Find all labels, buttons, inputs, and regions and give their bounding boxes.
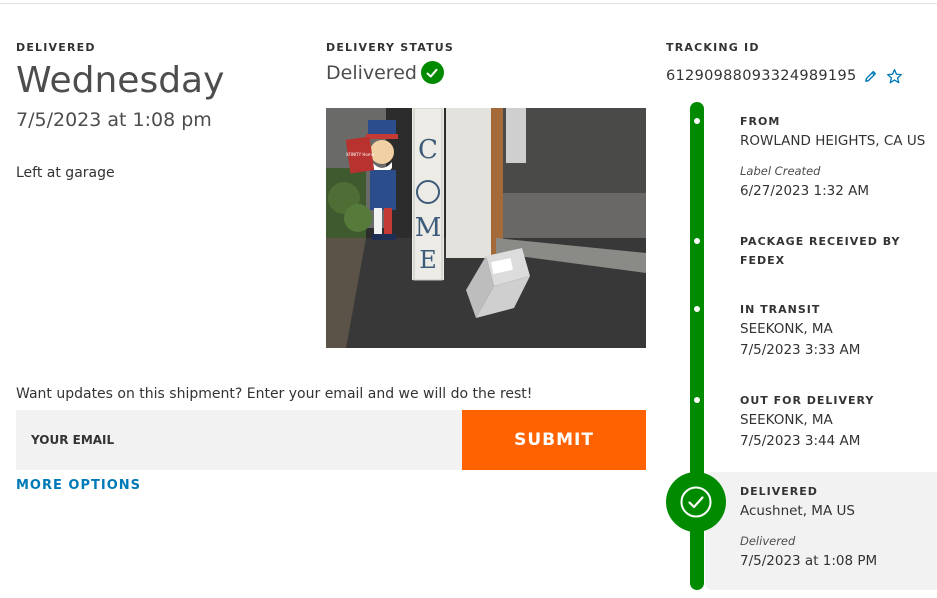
delivery-photo[interactable]: C M E XFINITY Home bbox=[326, 108, 646, 348]
event-out-location: SEEKONK, MA bbox=[740, 412, 833, 428]
delivery-photo-image: C M E XFINITY Home bbox=[326, 108, 646, 348]
event-transit-location: SEEKONK, MA bbox=[740, 321, 833, 337]
top-divider bbox=[0, 3, 937, 4]
delivery-datetime: 7/5/2023 at 1:08 pm bbox=[16, 109, 212, 131]
submit-button[interactable]: SUBMIT bbox=[462, 410, 646, 470]
event-from-title: FROM bbox=[740, 115, 781, 128]
updates-prompt: Want updates on this shipment? Enter you… bbox=[16, 386, 533, 402]
tracking-id-label: TRACKING ID bbox=[666, 41, 760, 54]
event-received-title-2: FEDEX bbox=[740, 254, 786, 267]
sign-letter-m: M bbox=[415, 213, 442, 243]
email-input[interactable] bbox=[31, 433, 451, 447]
event-received-title: PACKAGE RECEIVED BY bbox=[740, 235, 901, 248]
delivered-label: DELIVERED bbox=[16, 41, 96, 54]
event-transit-time: 7/5/2023 3:33 AM bbox=[740, 342, 861, 358]
timeline-dot bbox=[694, 397, 700, 403]
delivery-note: Left at garage bbox=[16, 165, 115, 181]
delivery-status-text: Delivered bbox=[326, 61, 417, 84]
timeline-dot bbox=[694, 118, 700, 124]
xfinity-sign-text: XFINITY Home bbox=[346, 152, 375, 157]
delivery-status: Delivered bbox=[326, 61, 444, 84]
event-delivered-title: DELIVERED bbox=[740, 485, 818, 498]
delivered-check-icon bbox=[666, 472, 726, 532]
event-delivered-location: Acushnet, MA US bbox=[740, 503, 855, 519]
pencil-icon[interactable] bbox=[861, 66, 881, 86]
email-field-container bbox=[16, 410, 462, 470]
event-from-location: ROWLAND HEIGHTS, CA US bbox=[740, 133, 926, 149]
check-circle-icon bbox=[420, 61, 444, 84]
event-from-time: 6/27/2023 1:32 AM bbox=[740, 183, 870, 199]
more-options-link[interactable]: MORE OPTIONS bbox=[16, 478, 141, 493]
sign-letter-c: C bbox=[418, 135, 438, 165]
delivery-day: Wednesday bbox=[16, 60, 225, 101]
delivery-status-label: DELIVERY STATUS bbox=[326, 41, 455, 54]
tracking-number: 612909880933249891​95 bbox=[666, 68, 857, 84]
sign-letter-e: E bbox=[419, 246, 437, 274]
event-from-sub-label: Label Created bbox=[740, 164, 821, 178]
timeline-dot bbox=[694, 306, 700, 312]
timeline-dot bbox=[694, 238, 700, 244]
event-out-time: 7/5/2023 3:44 AM bbox=[740, 433, 861, 449]
tracking-row: 612909880933249891​95 bbox=[666, 66, 905, 86]
event-out-title: OUT FOR DELIVERY bbox=[740, 394, 875, 407]
event-delivered-sub-label: Delivered bbox=[740, 534, 796, 548]
star-icon[interactable] bbox=[885, 66, 905, 86]
event-transit-title: IN TRANSIT bbox=[740, 303, 821, 316]
event-delivered-time: 7/5/2023 at 1:08 PM bbox=[740, 553, 878, 569]
